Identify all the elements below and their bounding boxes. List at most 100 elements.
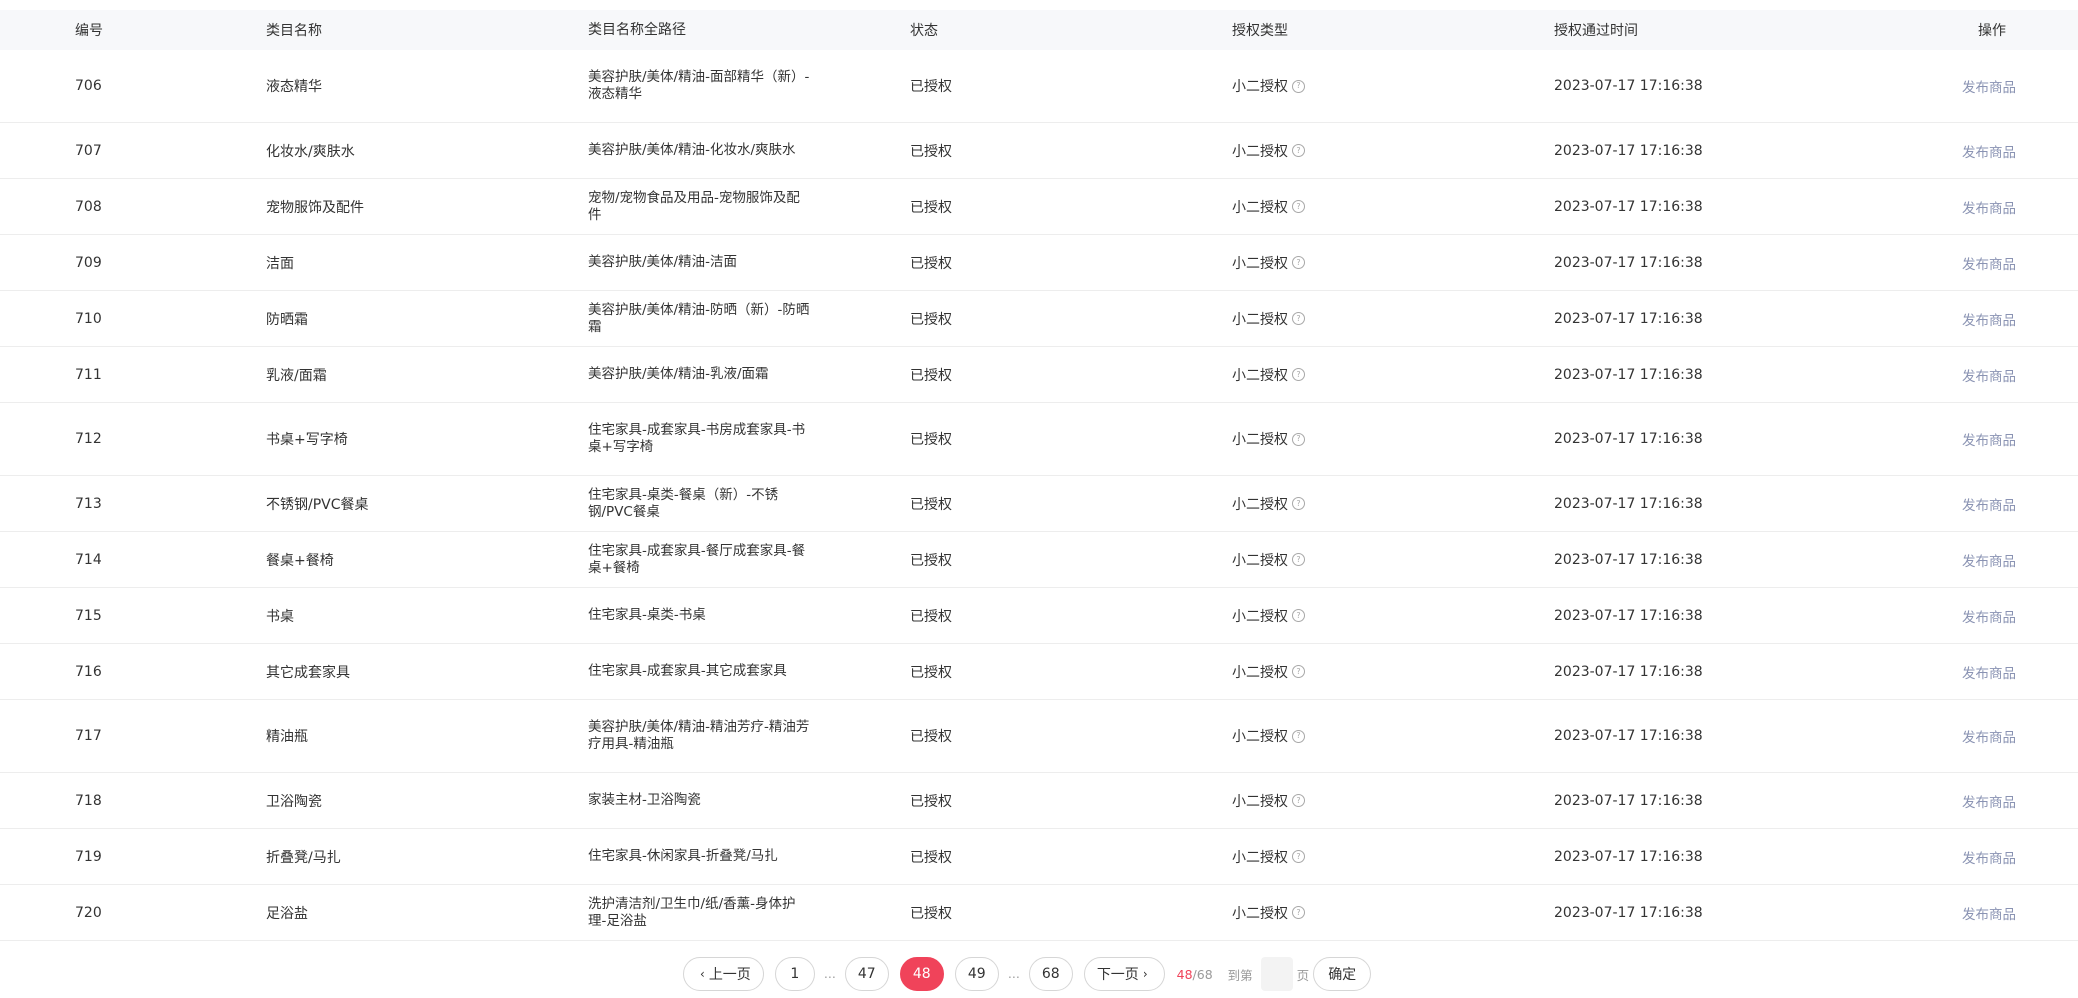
cell-op: 发布商品 xyxy=(1830,791,2078,811)
publish-product-link[interactable]: 发布商品 xyxy=(1962,313,2016,329)
cell-path: 美容护肤/美体/精油-洁面 xyxy=(588,254,737,270)
cell-path: 美容护肤/美体/精油-化妆水/爽肤水 xyxy=(588,142,796,158)
cell-id: 717 xyxy=(75,728,102,744)
cell-status: 已授权 xyxy=(910,849,952,866)
cell-id: 713 xyxy=(75,495,102,512)
cell-auth-type: 小二授权? xyxy=(1158,197,1480,217)
cell-id: 718 xyxy=(75,792,102,809)
cell-id: 720 xyxy=(75,904,102,921)
question-circle-icon[interactable]: ? xyxy=(1292,794,1305,807)
table-row: 718 卫浴陶瓷 家装主材-卫浴陶瓷 已授权 小二授权? 2023-07-17 17:16… xyxy=(0,773,2078,829)
table-row: 720 足浴盐 洗护清洁剂/卫生巾/纸/香薰-身体护理-足浴盐 已授权 小二授权? 202… xyxy=(0,885,2078,941)
cell-status: 已授权 xyxy=(910,496,952,513)
question-circle-icon[interactable]: ? xyxy=(1292,368,1305,381)
publish-product-link[interactable]: 发布商品 xyxy=(1962,201,2016,217)
prev-page-button[interactable]: ‹ 上一页 xyxy=(683,957,764,991)
cell-auth-time: 2023-07-17 17:16:38 xyxy=(1554,431,1703,447)
question-circle-icon[interactable]: ? xyxy=(1292,850,1305,863)
question-circle-icon[interactable]: ? xyxy=(1292,497,1305,510)
question-circle-icon[interactable]: ? xyxy=(1292,906,1305,919)
question-circle-icon[interactable]: ? xyxy=(1292,256,1305,269)
auth-type-label: 小二授权 xyxy=(1232,367,1288,384)
page-button-48-current[interactable]: 48 xyxy=(899,957,944,991)
cell-auth-type: 小二授权? xyxy=(1158,791,1480,811)
publish-product-link[interactable]: 发布商品 xyxy=(1962,554,2016,570)
cell-path: 美容护肤/美体/精油-乳液/面霜 xyxy=(588,366,769,382)
cell-auth-time: 2023-07-17 17:16:38 xyxy=(1554,78,1703,94)
auth-type-label: 小二授权 xyxy=(1232,143,1288,160)
cell-auth-time: 2023-07-17 17:16:38 xyxy=(1554,495,1703,512)
cell-id: 715 xyxy=(75,607,102,624)
page-button-1[interactable]: 1 xyxy=(774,957,815,991)
table-row: 716 其它成套家具 住宅家具-成套家具-其它成套家具 已授权 小二授权? 2023-07… xyxy=(0,644,2078,700)
publish-product-link[interactable]: 发布商品 xyxy=(1962,433,2016,449)
publish-product-link[interactable]: 发布商品 xyxy=(1962,80,2016,96)
question-circle-icon[interactable]: ? xyxy=(1292,312,1305,325)
cell-name: 其它成套家具 xyxy=(266,664,350,681)
cell-op: 发布商品 xyxy=(1830,197,2078,217)
cell-id: 719 xyxy=(75,848,102,865)
publish-product-link[interactable]: 发布商品 xyxy=(1962,666,2016,682)
auth-type-label: 小二授权 xyxy=(1232,664,1288,681)
cell-op: 发布商品 xyxy=(1830,365,2078,385)
cell-name: 防晒霜 xyxy=(266,311,308,328)
page-ellipsis-right[interactable]: … xyxy=(1008,967,1020,981)
question-circle-icon[interactable]: ? xyxy=(1292,553,1305,566)
question-circle-icon[interactable]: ? xyxy=(1292,609,1305,622)
page-button-49[interactable]: 49 xyxy=(954,957,999,991)
page-button-68[interactable]: 68 xyxy=(1028,957,1073,991)
goto-confirm-button[interactable]: 确定 xyxy=(1313,957,1372,991)
cell-auth-time: 2023-07-17 17:16:38 xyxy=(1554,551,1703,568)
cell-name: 宠物服饰及配件 xyxy=(266,199,364,216)
cell-status: 已授权 xyxy=(910,199,952,216)
publish-product-link[interactable]: 发布商品 xyxy=(1962,907,2016,923)
page-ellipsis-left[interactable]: … xyxy=(824,967,836,981)
table-header: 编号 类目名称 类目名称全路径 状态 授权类型 授权通过时间 操作 xyxy=(0,10,2078,50)
category-auth-page: 编号 类目名称 类目名称全路径 状态 授权类型 授权通过时间 操作 706 液态精… xyxy=(0,0,2078,998)
publish-product-link[interactable]: 发布商品 xyxy=(1962,257,2016,273)
question-circle-icon[interactable]: ? xyxy=(1292,200,1305,213)
question-circle-icon[interactable]: ? xyxy=(1292,665,1305,678)
chevron-right-icon: › xyxy=(1142,967,1148,981)
cell-auth-type: 小二授权? xyxy=(1158,550,1480,570)
publish-product-link[interactable]: 发布商品 xyxy=(1962,730,2016,746)
cell-name: 化妆水/爽肤水 xyxy=(266,143,355,160)
publish-product-link[interactable]: 发布商品 xyxy=(1962,145,2016,161)
cell-auth-time: 2023-07-17 17:16:38 xyxy=(1554,198,1703,215)
cell-path: 住宅家具-成套家具-书房成套家具-书桌+写字椅 xyxy=(588,422,806,455)
cell-auth-time: 2023-07-17 17:16:38 xyxy=(1554,254,1703,271)
cell-auth-time: 2023-07-17 17:16:38 xyxy=(1554,848,1703,865)
page-info-current: 48 xyxy=(1176,966,1193,982)
cell-path: 美容护肤/美体/精油-防晒（新）-防晒霜 xyxy=(588,301,810,335)
question-circle-icon[interactable]: ? xyxy=(1292,432,1305,446)
cell-auth-time: 2023-07-17 17:16:38 xyxy=(1554,728,1703,744)
question-circle-icon[interactable]: ? xyxy=(1292,144,1305,157)
question-circle-icon[interactable]: ? xyxy=(1292,729,1305,743)
cell-auth-time: 2023-07-17 17:16:38 xyxy=(1554,366,1703,383)
publish-product-link[interactable]: 发布商品 xyxy=(1962,851,2016,867)
cell-op: 发布商品 xyxy=(1830,309,2078,329)
cell-status: 已授权 xyxy=(910,552,952,569)
publish-product-link[interactable]: 发布商品 xyxy=(1962,498,2016,514)
auth-type-label: 小二授权 xyxy=(1232,729,1288,745)
cell-status: 已授权 xyxy=(910,367,952,384)
cell-name: 足浴盐 xyxy=(266,905,308,922)
publish-product-link[interactable]: 发布商品 xyxy=(1962,795,2016,811)
cell-auth-type: 小二授权? xyxy=(1158,76,1480,96)
cell-path: 住宅家具-成套家具-餐厅成套家具-餐桌+餐椅 xyxy=(588,542,806,576)
next-page-button[interactable]: 下一页 › xyxy=(1083,957,1165,991)
publish-product-link[interactable]: 发布商品 xyxy=(1962,369,2016,385)
cell-status: 已授权 xyxy=(910,793,952,810)
cell-path: 美容护肤/美体/精油-面部精华（新）-液态精华 xyxy=(588,69,810,102)
cell-id: 709 xyxy=(75,254,102,271)
cell-auth-type: 小二授权? xyxy=(1158,429,1480,449)
cell-op: 发布商品 xyxy=(1830,903,2078,923)
table-row: 709 洁面 美容护肤/美体/精油-洁面 已授权 小二授权? 2023-07-17 17:… xyxy=(0,235,2078,291)
goto-page-input[interactable] xyxy=(1260,957,1293,991)
publish-product-link[interactable]: 发布商品 xyxy=(1962,610,2016,626)
cell-path: 洗护清洁剂/卫生巾/纸/香薰-身体护理-足浴盐 xyxy=(588,895,796,929)
cell-auth-type: 小二授权? xyxy=(1158,726,1480,746)
question-circle-icon[interactable]: ? xyxy=(1292,79,1305,93)
cell-id: 716 xyxy=(75,663,102,680)
page-button-47[interactable]: 47 xyxy=(844,957,889,991)
